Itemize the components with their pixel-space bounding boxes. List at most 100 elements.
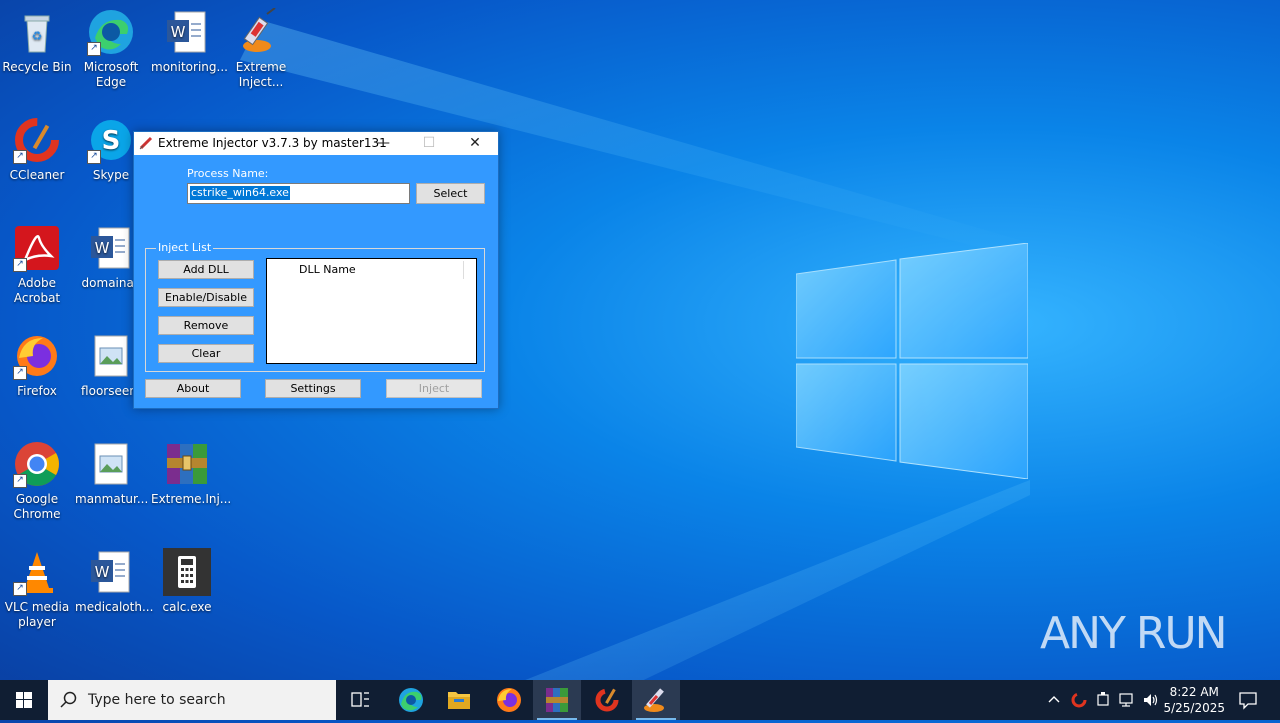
inject-list-group: Inject List Add DLL Enable/Disable Remov…: [145, 241, 485, 372]
calculator-icon: [163, 548, 211, 596]
task-view-icon: [351, 692, 369, 707]
action-center-notification-icon[interactable]: [1238, 690, 1258, 713]
extreme-injector-window[interactable]: Extreme Injector v3.7.3 by master131 — ☐…: [133, 131, 499, 409]
start-button[interactable]: [0, 680, 48, 720]
desktop-icon-label: Google Chrome: [13, 492, 61, 521]
image-file-icon: [87, 440, 135, 488]
desktop-icon-label: calc.exe: [162, 600, 212, 614]
shortcut-arrow-icon: ↗: [13, 258, 27, 272]
clear-button[interactable]: Clear: [158, 344, 254, 363]
desktop-icon-label: Adobe Acrobat: [13, 276, 61, 305]
desktop-icon-extreme-injector-archive[interactable]: Extreme.Inj...: [151, 440, 232, 507]
desktop-icon-label: Extreme.Inj...: [151, 492, 232, 506]
ccleaner-icon: ↗: [13, 116, 61, 164]
ccleaner-tray-icon[interactable]: [1070, 691, 1088, 712]
desktop-icon-google-chrome[interactable]: ↗ Google Chrome: [1, 440, 73, 522]
dll-name-column-header[interactable]: DLL Name: [291, 261, 464, 279]
clock-time: 8:22 AM: [1169, 685, 1219, 699]
inject-list-label: Inject List: [156, 241, 214, 254]
desktop-icon-label: monitoring...: [151, 60, 228, 74]
desktop-icon-label: Firefox: [17, 384, 57, 398]
skype-icon: S ↗: [87, 116, 135, 164]
taskbar-edge[interactable]: [387, 680, 435, 720]
desktop-icon-adobe-acrobat[interactable]: ↗ Adobe Acrobat: [1, 224, 73, 306]
remove-button[interactable]: Remove: [158, 316, 254, 335]
syringe-icon: [139, 136, 153, 150]
desktop-icon-microsoft-edge[interactable]: ↗ Microsoft Edge: [75, 8, 147, 90]
close-button[interactable]: ✕: [452, 132, 498, 155]
dll-list[interactable]: DLL Name: [266, 258, 477, 364]
image-file-icon: [87, 332, 135, 380]
settings-button[interactable]: Settings: [265, 379, 361, 398]
shortcut-arrow-icon: ↗: [87, 150, 101, 164]
taskbar-clock[interactable]: 8:22 AM 5/25/2025: [1163, 684, 1225, 716]
anyrun-watermark: ANY RUN: [1040, 608, 1228, 659]
taskbar-file-explorer[interactable]: [435, 680, 483, 720]
chrome-icon: ↗: [13, 440, 61, 488]
minimize-button[interactable]: —: [360, 132, 406, 155]
taskbar-search-box[interactable]: Type here to search: [48, 680, 336, 720]
network-icon[interactable]: [1118, 691, 1136, 712]
desktop-icon-label: VLC media player: [4, 600, 70, 629]
desktop-icon-manmatur-image[interactable]: manmatur...: [75, 440, 149, 507]
search-placeholder: Type here to search: [88, 692, 226, 708]
search-icon: [60, 691, 77, 708]
edge-icon: [399, 688, 423, 712]
desktop-icon-vlc[interactable]: ↗ VLC media player: [1, 548, 73, 630]
word-document-icon: W: [87, 548, 135, 596]
recycle-bin-icon: ♻: [13, 8, 61, 56]
windows-logo-wallpaper: [796, 243, 1028, 479]
firefox-icon: [497, 688, 521, 712]
enable-disable-button[interactable]: Enable/Disable: [158, 288, 254, 307]
word-document-icon: W: [163, 8, 211, 56]
edge-icon: ↗: [87, 8, 135, 56]
svg-text:W: W: [95, 239, 110, 257]
window-title: Extreme Injector v3.7.3 by master131: [158, 136, 387, 150]
about-button[interactable]: About: [145, 379, 241, 398]
word-document-icon: W: [87, 224, 135, 272]
svg-text:♻: ♻: [32, 29, 43, 43]
shortcut-arrow-icon: ↗: [13, 582, 27, 596]
winrar-icon: [546, 688, 568, 712]
window-client-area: Process Name: cstrike_win64.exe Select I…: [134, 155, 498, 408]
windows-start-icon: [16, 692, 32, 708]
desktop-icon-label: Extreme Inject...: [235, 60, 287, 89]
taskbar-ccleaner[interactable]: [583, 680, 631, 720]
volume-icon[interactable]: [1142, 691, 1160, 712]
add-dll-button[interactable]: Add DLL: [158, 260, 254, 279]
folder-icon: [448, 692, 470, 709]
inject-button[interactable]: Inject: [386, 379, 482, 398]
desktop-icon-firefox[interactable]: ↗ Firefox: [1, 332, 73, 399]
svg-text:S: S: [102, 126, 121, 156]
select-button[interactable]: Select: [416, 183, 485, 204]
process-name-label: Process Name:: [187, 167, 269, 180]
winrar-archive-icon: [163, 440, 211, 488]
desktop-icon-ccleaner[interactable]: ↗ CCleaner: [1, 116, 73, 183]
desktop-icon-monitoring-doc[interactable]: W monitoring...: [151, 8, 228, 75]
clock-date: 5/25/2025: [1163, 701, 1225, 715]
show-hidden-icons-chevron-icon[interactable]: [1046, 691, 1062, 710]
syringe-icon: [644, 688, 664, 712]
shortcut-arrow-icon: ↗: [13, 366, 27, 380]
desktop-icon-label: Recycle Bin: [2, 60, 72, 74]
svg-text:W: W: [95, 563, 110, 581]
desktop-icon-medicaloth-doc[interactable]: W medicaloth...: [75, 548, 154, 615]
taskbar-extreme-injector[interactable]: [632, 680, 680, 720]
vlc-cone-icon: ↗: [13, 548, 61, 596]
process-name-input[interactable]: cstrike_win64.exe: [187, 183, 410, 204]
taskbar-winrar[interactable]: [533, 680, 581, 720]
desktop-icon-label: medicaloth...: [75, 600, 154, 614]
taskbar: Type here to search 8:22 AM 5/25/2025: [0, 680, 1280, 720]
desktop-icon-label: manmatur...: [75, 492, 149, 506]
taskbar-firefox[interactable]: [485, 680, 533, 720]
desktop-icon-label: Microsoft Edge: [83, 60, 139, 89]
ccleaner-icon: [595, 688, 619, 712]
desktop-icon-recycle-bin[interactable]: ♻ Recycle Bin: [1, 8, 73, 75]
desktop-icon-extreme-injector[interactable]: Extreme Inject...: [225, 7, 297, 90]
desktop-icon-label: CCleaner: [9, 168, 65, 182]
task-view-button[interactable]: [336, 680, 384, 720]
desktop-icon-calc[interactable]: calc.exe: [151, 548, 223, 615]
usb-device-icon[interactable]: [1094, 691, 1112, 712]
maximize-button[interactable]: ☐: [406, 132, 452, 155]
window-titlebar[interactable]: Extreme Injector v3.7.3 by master131 — ☐…: [134, 132, 498, 155]
